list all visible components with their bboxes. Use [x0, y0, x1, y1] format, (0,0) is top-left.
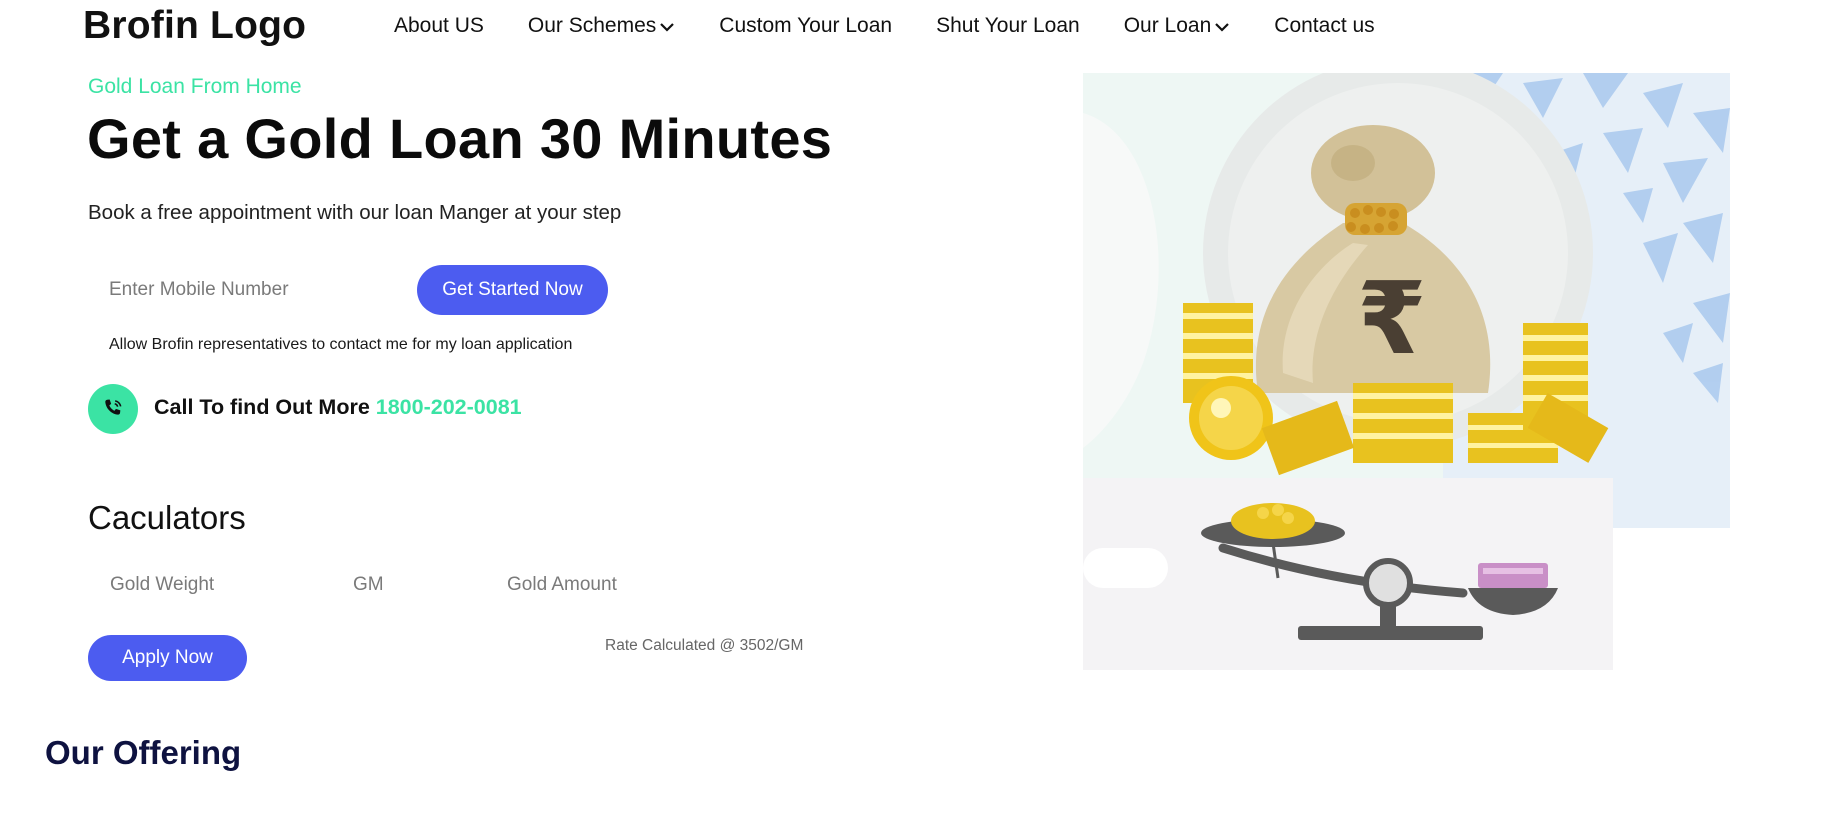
- nav-contact-us-label: Contact us: [1274, 14, 1375, 37]
- nav-custom-your-loan-label: Custom Your Loan: [719, 14, 893, 37]
- gold-amount-input[interactable]: [507, 570, 707, 600]
- unit-input[interactable]: [353, 570, 443, 600]
- chevron-down-icon: [660, 23, 675, 32]
- hero-title: Get a Gold Loan 30 Minutes: [87, 107, 833, 170]
- phone-icon[interactable]: [88, 384, 138, 434]
- our-offering-heading: Our Offering: [45, 734, 242, 771]
- nav-shut-your-loan[interactable]: Shut Your Loan: [936, 14, 1080, 38]
- rate-note: Rate Calculated @ 3502/GM: [605, 637, 804, 654]
- call-info: Call To find Out More 1800-202-0081: [154, 395, 522, 420]
- nav-our-schemes-label: Our Schemes: [527, 14, 657, 37]
- mobile-number-input[interactable]: [88, 268, 388, 312]
- consent-text: Allow Brofin representatives to contact …: [109, 336, 573, 353]
- nav-about-us[interactable]: About US: [394, 14, 484, 38]
- phone-number-link[interactable]: 1800-202-0081: [376, 395, 522, 419]
- calculator-title: Caculators: [88, 499, 246, 536]
- nav-our-schemes[interactable]: Our Schemes: [528, 14, 675, 38]
- apply-now-button[interactable]: Apply Now: [88, 635, 247, 681]
- gold-loan-illustration: ₹: [1083, 73, 1730, 670]
- nav-shut-your-loan-label: Shut Your Loan: [936, 14, 1080, 37]
- main-nav: About US Our Schemes Custom Your Loan Sh…: [394, 14, 1419, 38]
- nav-about-us-label: About US: [394, 14, 484, 37]
- gold-weight-input[interactable]: [110, 570, 310, 600]
- nav-our-loan[interactable]: Our Loan: [1124, 14, 1231, 38]
- hero-eyebrow: Gold Loan From Home: [88, 75, 302, 98]
- get-started-button[interactable]: Get Started Now: [417, 265, 608, 315]
- nav-custom-your-loan[interactable]: Custom Your Loan: [719, 14, 892, 38]
- call-text: Call To find Out More: [154, 395, 370, 419]
- phone-glyph: [105, 399, 122, 415]
- hero-subtitle: Book a free appointment with our loan Ma…: [88, 201, 622, 224]
- nav-our-loan-label: Our Loan: [1123, 14, 1212, 37]
- nav-contact-us[interactable]: Contact us: [1274, 14, 1374, 38]
- chevron-down-icon: [1215, 23, 1230, 32]
- rupee-icon: ₹: [1357, 260, 1427, 377]
- brand-logo[interactable]: Brofin Logo: [83, 4, 306, 48]
